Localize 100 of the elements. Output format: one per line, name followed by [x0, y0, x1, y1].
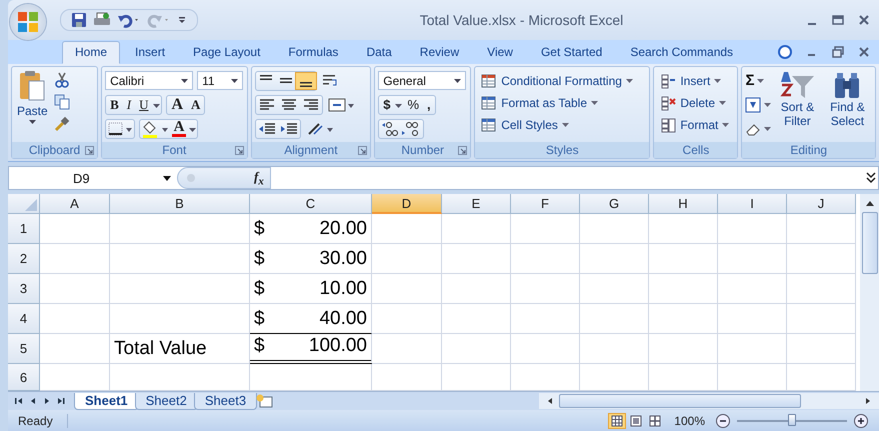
- table-cell: [718, 244, 787, 274]
- ribbon-tab[interactable]: Page Layout: [180, 41, 274, 64]
- group-label: Alignment: [284, 143, 338, 157]
- last-sheet-icon[interactable]: [56, 396, 66, 406]
- sheet-tab[interactable]: Sheet2: [134, 392, 198, 410]
- shrink-font-button[interactable]: A: [187, 96, 204, 112]
- grow-font-button[interactable]: A: [167, 96, 188, 114]
- table-cell: Total Value: [110, 334, 250, 364]
- triangle-icon: [23, 197, 37, 211]
- close-icon[interactable]: [857, 45, 871, 59]
- paintbrush-icon[interactable]: [54, 116, 70, 132]
- vertical-align-button[interactable]: [296, 72, 316, 88]
- caret-icon: [28, 120, 36, 124]
- zoom-out-icon[interactable]: [715, 413, 731, 429]
- bold-button[interactable]: B: [106, 96, 123, 112]
- cells-menu-button[interactable]: Format: [657, 115, 734, 135]
- restore-icon[interactable]: [831, 45, 845, 59]
- underline-button[interactable]: U: [135, 96, 152, 112]
- percent-button[interactable]: %: [403, 97, 424, 112]
- font-name-dropdown[interactable]: Calibri: [105, 71, 194, 90]
- save-icon[interactable]: [71, 12, 87, 28]
- column-header[interactable]: I: [718, 194, 787, 214]
- sheet-tab[interactable]: Sheet1: [74, 392, 139, 410]
- fill-color-icon[interactable]: [140, 118, 170, 138]
- column-header[interactable]: B: [110, 194, 250, 214]
- column-header[interactable]: J: [787, 194, 856, 214]
- first-sheet-icon[interactable]: [14, 396, 24, 406]
- comma-button[interactable]: ,: [423, 97, 435, 112]
- column-header[interactable]: H: [649, 194, 718, 214]
- row-header[interactable]: 3: [8, 274, 40, 304]
- cells-grid-icon: [660, 73, 676, 89]
- table-cell: [718, 214, 787, 244]
- caret-icon[interactable]: [757, 78, 764, 82]
- column-header[interactable]: G: [580, 194, 649, 214]
- row-header[interactable]: 1: [8, 214, 40, 244]
- close-icon[interactable]: [857, 13, 871, 27]
- undo-icon[interactable]: [117, 12, 141, 28]
- print-preview-icon[interactable]: [93, 12, 111, 28]
- scroll-thumb[interactable]: [862, 212, 878, 274]
- ribbon-tab[interactable]: Data: [353, 41, 405, 64]
- dialog-launcher-icon[interactable]: [234, 146, 244, 154]
- fill-down-icon[interactable]: [745, 97, 762, 113]
- ribbon-tab[interactable]: Search Commands: [617, 41, 746, 64]
- column-header[interactable]: F: [511, 194, 580, 214]
- column-header[interactable]: D: [372, 194, 442, 214]
- ribbon-tab[interactable]: Review: [406, 41, 472, 64]
- cells-menu-button[interactable]: Delete: [657, 93, 734, 113]
- caret-icon: [626, 79, 633, 83]
- table-cell: [787, 244, 856, 274]
- scissors-icon[interactable]: [54, 72, 70, 88]
- copy-icon[interactable]: [54, 94, 70, 110]
- cell-amount: 10.00: [319, 278, 367, 300]
- help-icon[interactable]: [777, 44, 793, 60]
- caret-icon[interactable]: [764, 127, 772, 131]
- paste-button[interactable]: Paste: [15, 70, 50, 142]
- sheet-tab[interactable]: Sheet3: [194, 392, 258, 410]
- table-cell: [40, 244, 110, 274]
- find-select-button[interactable]: Find & Select: [823, 70, 872, 142]
- italic-button[interactable]: I: [122, 96, 136, 112]
- table-cell: [511, 244, 580, 274]
- ribbon-tab[interactable]: Formulas: [275, 41, 352, 64]
- clipboard-icon: [18, 70, 46, 102]
- zoom-level[interactable]: 100%: [670, 414, 709, 428]
- zoom-in-icon[interactable]: [853, 413, 869, 429]
- ribbon-tab[interactable]: Insert: [122, 41, 178, 64]
- office-button[interactable]: [10, 4, 46, 40]
- dialog-launcher-icon[interactable]: [458, 146, 468, 154]
- number-format-dropdown[interactable]: General: [378, 71, 466, 90]
- horizontal-scrollbar[interactable]: [539, 393, 879, 409]
- row-header[interactable]: 4: [8, 304, 40, 334]
- column-header[interactable]: C: [250, 194, 372, 214]
- dialog-launcher-icon[interactable]: [358, 146, 368, 154]
- currency-button[interactable]: $: [379, 97, 394, 112]
- merge-center-icon[interactable]: [326, 96, 355, 114]
- font-size-dropdown[interactable]: 11: [197, 71, 244, 90]
- dialog-launcher-icon[interactable]: [85, 146, 94, 154]
- cells-menu-button[interactable]: Insert: [657, 71, 734, 91]
- sort-filter-button[interactable]: Sort & Filter: [773, 70, 822, 142]
- column-header[interactable]: E: [442, 194, 511, 214]
- caret-icon: [562, 123, 569, 127]
- ribbon-tab[interactable]: View: [474, 41, 526, 64]
- maximize-icon[interactable]: [831, 13, 845, 27]
- row-header[interactable]: 2: [8, 244, 40, 274]
- row-header[interactable]: 6: [8, 364, 40, 391]
- styles-menu-button[interactable]: Conditional Formatting: [478, 71, 646, 91]
- zoom-slider-thumb[interactable]: [788, 414, 796, 426]
- caret-icon[interactable]: [764, 103, 772, 107]
- styles-menu-button[interactable]: Format as Table: [478, 93, 646, 113]
- column-header[interactable]: A: [40, 194, 110, 214]
- row-header[interactable]: 5: [8, 334, 40, 364]
- scroll-thumb[interactable]: [559, 394, 801, 408]
- view-button[interactable]: [608, 413, 626, 429]
- styles-menu-button[interactable]: Cell Styles: [478, 115, 646, 135]
- vertical-scrollbar[interactable]: [860, 194, 879, 391]
- cell-amount: 40.00: [319, 308, 367, 330]
- table-cell: [580, 274, 649, 304]
- ribbon-tab[interactable]: Get Started: [528, 41, 616, 64]
- autosum-button[interactable]: Σ: [745, 72, 754, 89]
- group-label: Clipboard: [28, 143, 80, 157]
- ribbon-tab[interactable]: Home: [62, 41, 120, 64]
